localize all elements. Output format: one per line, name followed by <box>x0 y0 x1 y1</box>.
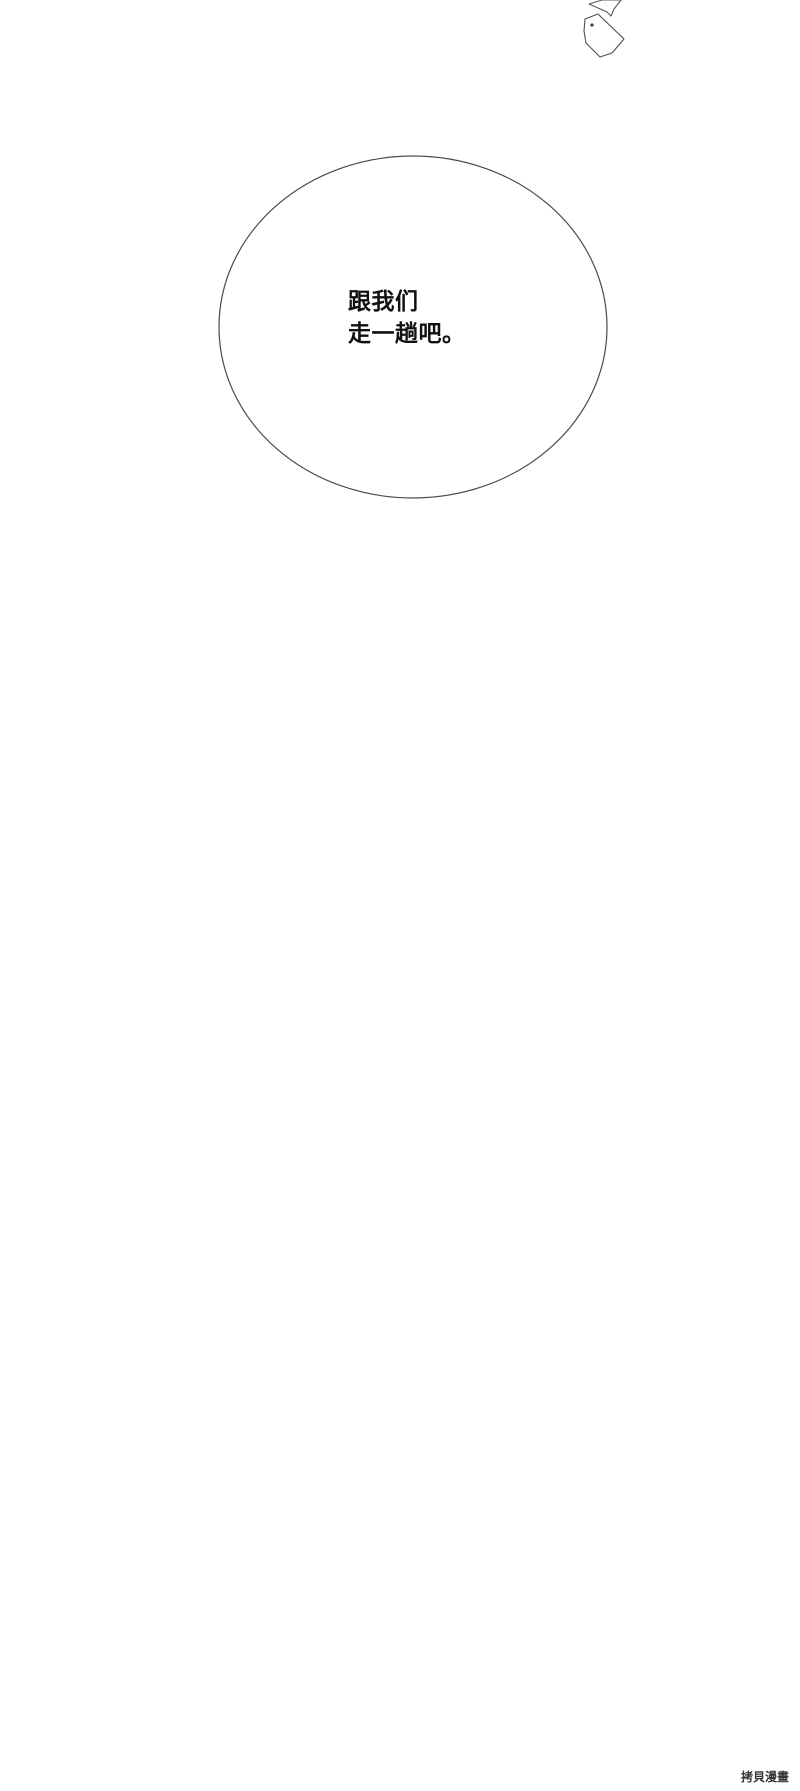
speech-line-2: 走一趟吧。 <box>348 321 466 347</box>
comic-page: 跟我们 走一趟吧。 拷貝漫畫 <box>0 0 800 1791</box>
falling-paper-fragment-icon <box>583 0 625 58</box>
comic-artwork <box>218 0 625 499</box>
speech-bubble-text: 跟我们 走一趟吧。 <box>348 286 508 350</box>
watermark-text: 拷貝漫畫 <box>740 1770 789 1784</box>
speech-line-1: 跟我们 <box>348 289 419 315</box>
